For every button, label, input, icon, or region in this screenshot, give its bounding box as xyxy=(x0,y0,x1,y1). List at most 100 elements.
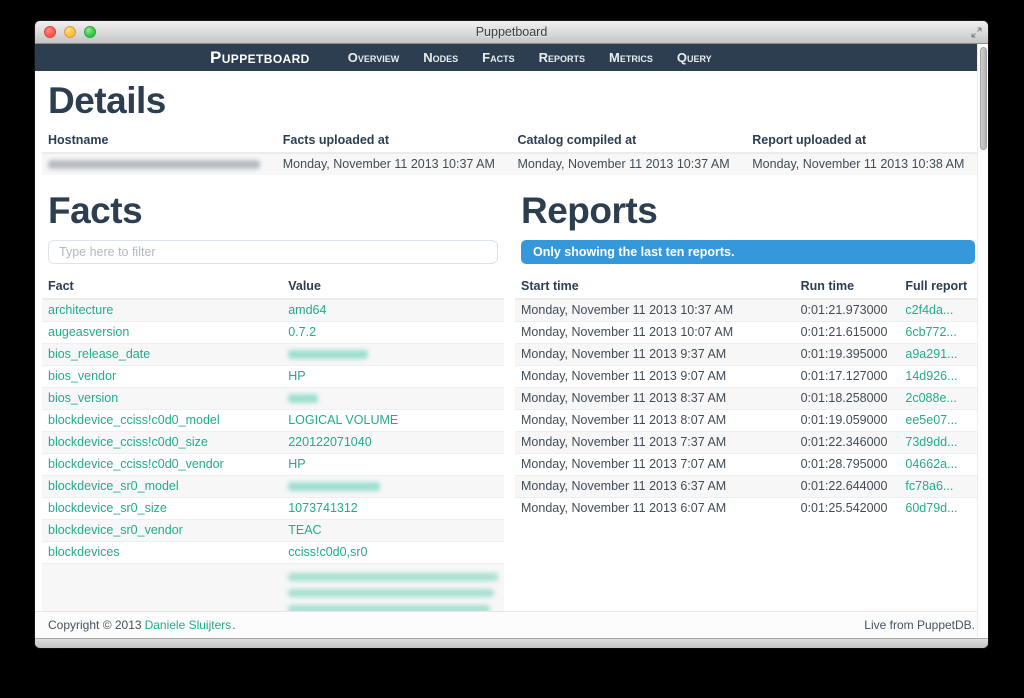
fact-value-link[interactable]: amd64 xyxy=(288,303,326,317)
reports-table-body: Monday, November 11 2013 10:37 AM0:01:21… xyxy=(515,299,981,519)
fact-name-link[interactable]: blockdevice_cciss!c0d0_size xyxy=(48,435,208,449)
details-col-catalog-compiled: Catalog compiled at xyxy=(512,130,747,153)
fact-name-link[interactable]: blockdevice_cciss!c0d0_model xyxy=(48,413,220,427)
fact-row: architecture amd64 xyxy=(42,299,504,322)
details-row: Monday, November 11 2013 10:37 AM Monday… xyxy=(42,153,981,175)
report-run-time: 0:01:22.644000 xyxy=(801,479,888,493)
report-run-time: 0:01:21.615000 xyxy=(801,325,888,339)
report-start-time: Monday, November 11 2013 6:07 AM xyxy=(521,501,726,515)
fact-value-link[interactable]: 1073741312 xyxy=(288,501,358,515)
report-row: Monday, November 11 2013 8:37 AM0:01:18.… xyxy=(515,387,981,409)
reports-alert: Only showing the last ten reports. xyxy=(521,240,975,264)
horizontal-scrollbar[interactable] xyxy=(35,638,988,648)
minimize-button[interactable] xyxy=(64,26,76,38)
redacted-line xyxy=(288,589,494,597)
nav-item-overview[interactable]: Overview xyxy=(348,50,399,65)
reports-col-run: Run time xyxy=(795,276,900,299)
nav-item-facts[interactable]: Facts xyxy=(482,50,514,65)
hostname-redacted xyxy=(48,160,260,169)
report-hash-link[interactable]: 04662a... xyxy=(905,457,957,471)
fact-row: bios_version xyxy=(42,387,504,409)
report-start-time: Monday, November 11 2013 9:07 AM xyxy=(521,369,726,383)
report-row: Monday, November 11 2013 7:37 AM0:01:22.… xyxy=(515,431,981,453)
fact-name-link[interactable]: blockdevice_cciss!c0d0_vendor xyxy=(48,457,224,471)
fact-value-link[interactable]: HP xyxy=(288,457,305,471)
nav-item-reports[interactable]: Reports xyxy=(539,50,585,65)
details-heading: Details xyxy=(48,82,975,121)
report-hash-link[interactable]: 14d926... xyxy=(905,369,957,383)
window-controls xyxy=(44,26,96,38)
fact-value-link[interactable]: cciss!c0d0,sr0 xyxy=(288,545,367,559)
redacted-line xyxy=(288,605,489,611)
footer: Copyright © 2013Daniele Sluijters. Live … xyxy=(35,611,988,638)
vertical-scrollbar-thumb[interactable] xyxy=(980,47,987,150)
author-link[interactable]: Daniele Sluijters xyxy=(145,618,232,632)
report-hash-link[interactable]: a9a291... xyxy=(905,347,957,361)
reports-table: Start time Run time Full report Monday, … xyxy=(515,276,981,519)
fact-name-link[interactable]: blockdevices xyxy=(48,545,120,559)
navbar-brand[interactable]: Puppetboard xyxy=(210,48,310,68)
fact-row: bios_vendor HP xyxy=(42,365,504,387)
fact-row: cfkey xyxy=(42,563,504,611)
fact-row: augeasversion 0.7.2 xyxy=(42,321,504,343)
report-hash-link[interactable]: c2f4da... xyxy=(905,303,953,317)
nav-item-query[interactable]: Query xyxy=(677,50,712,65)
zoom-button[interactable] xyxy=(84,26,96,38)
report-row: Monday, November 11 2013 10:37 AM0:01:21… xyxy=(515,299,981,322)
report-start-time: Monday, November 11 2013 10:07 AM xyxy=(521,325,733,339)
fact-name-link[interactable]: bios_vendor xyxy=(48,369,116,383)
fact-name-link[interactable]: architecture xyxy=(48,303,113,317)
report-hash-link[interactable]: fc78a6... xyxy=(905,479,953,493)
report-hash-link[interactable]: 60d79d... xyxy=(905,501,957,515)
reports-section: Reports Only showing the last ten report… xyxy=(521,175,975,611)
report-row: Monday, November 11 2013 10:07 AM 0:01:21… xyxy=(515,321,981,343)
report-hash-link[interactable]: ee5e07... xyxy=(905,413,957,427)
fact-name-link[interactable]: blockdevice_sr0_size xyxy=(48,501,167,515)
redacted-value xyxy=(288,394,318,403)
fact-row: blockdevice_cciss!c0d0_model LOGICAL VOLU… xyxy=(42,409,504,431)
facts-filter-input[interactable] xyxy=(48,240,498,264)
report-uploaded-value: Monday, November 11 2013 10:38 AM xyxy=(752,157,964,171)
fact-name-link[interactable]: augeasversion xyxy=(48,325,129,339)
report-run-time: 0:01:28.795000 xyxy=(801,457,888,471)
fact-value-link[interactable]: TEAC xyxy=(288,523,321,537)
fact-value-link[interactable]: HP xyxy=(288,369,305,383)
report-run-time: 0:01:19.395000 xyxy=(801,347,888,361)
resize-icon[interactable] xyxy=(971,27,982,38)
report-run-time: 0:01:25.542000 xyxy=(801,501,888,515)
facts-col-value: Value xyxy=(282,276,504,299)
fact-name-link[interactable]: bios_version xyxy=(48,391,118,405)
facts-uploaded-value: Monday, November 11 2013 10:37 AM xyxy=(283,157,495,171)
fact-value-link[interactable]: 220122071040 xyxy=(288,435,371,449)
details-col-facts-uploaded: Facts uploaded at xyxy=(277,130,512,153)
vertical-scrollbar-track[interactable] xyxy=(977,44,988,638)
close-button[interactable] xyxy=(44,26,56,38)
fact-row: blockdevice_cciss!c0d0_size 220122071040 xyxy=(42,431,504,453)
fact-name-link[interactable]: bios_release_date xyxy=(48,347,150,361)
report-start-time: Monday, November 11 2013 9:37 AM xyxy=(521,347,726,361)
fact-row: bios_release_date xyxy=(42,343,504,365)
report-hash-link[interactable]: 2c088e... xyxy=(905,391,956,405)
details-col-report-uploaded: Report uploaded at xyxy=(746,130,981,153)
fact-value-link[interactable]: LOGICAL VOLUME xyxy=(288,413,398,427)
report-hash-link[interactable]: 6cb772... xyxy=(905,325,956,339)
report-start-time: Monday, November 11 2013 7:37 AM xyxy=(521,435,726,449)
report-run-time: 0:01:21.973000 xyxy=(801,303,888,317)
redacted-value-block xyxy=(288,567,498,611)
catalog-compiled-value: Monday, November 11 2013 10:37 AM xyxy=(518,157,730,171)
fact-name-link[interactable]: blockdevice_sr0_vendor xyxy=(48,523,183,537)
nav-item-nodes[interactable]: Nodes xyxy=(423,50,458,65)
report-start-time: Monday, November 11 2013 8:07 AM xyxy=(521,413,726,427)
facts-table-body: architecture amd64 augeasversion 0.7.2 bios_… xyxy=(42,299,504,611)
window-title: Puppetboard xyxy=(35,21,988,43)
fact-row: blockdevice_sr0_vendor TEAC xyxy=(42,519,504,541)
fact-value-link[interactable]: 0.7.2 xyxy=(288,325,316,339)
report-hash-link[interactable]: 73d9dd... xyxy=(905,435,957,449)
footer-source: Live from PuppetDB. xyxy=(864,618,975,632)
fact-name-link[interactable]: blockdevice_sr0_model xyxy=(48,479,179,493)
redacted-value xyxy=(288,350,368,359)
reports-heading: Reports xyxy=(521,192,975,231)
report-row: Monday, November 11 2013 7:07 AM0:01:28.… xyxy=(515,453,981,475)
footer-copyright: Copyright © 2013Daniele Sluijters. xyxy=(48,618,236,632)
nav-item-metrics[interactable]: Metrics xyxy=(609,50,653,65)
